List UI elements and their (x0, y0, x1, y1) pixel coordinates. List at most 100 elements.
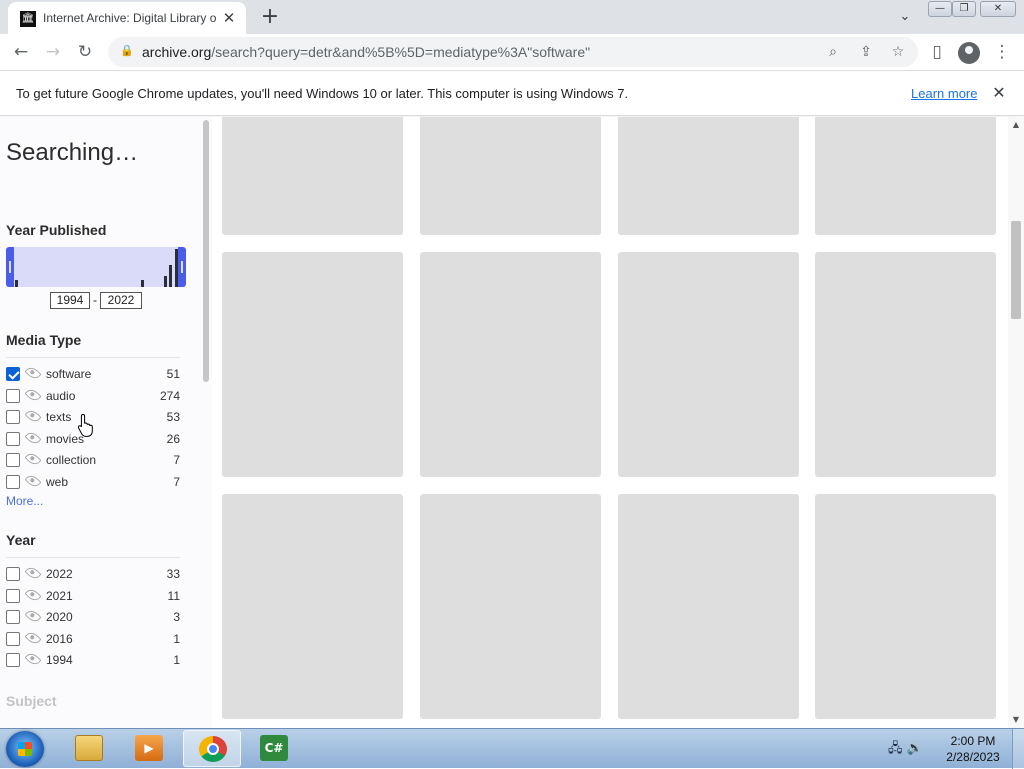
facet-checkbox[interactable] (6, 588, 20, 603)
year-range-separator: - (93, 293, 97, 307)
tab-strip: 🏛 Internet Archive: Digital Library o ✕ … (0, 0, 1024, 34)
show-desktop-button[interactable] (1012, 729, 1024, 769)
facet-checkbox[interactable] (6, 653, 20, 667)
eye-icon[interactable] (24, 650, 42, 668)
chrome-menu-icon[interactable]: ⋮ (989, 39, 1015, 65)
result-tile-placeholder[interactable] (222, 252, 403, 477)
eye-icon[interactable] (24, 364, 42, 382)
facet-item[interactable]: web 7 (6, 472, 182, 491)
taskbar-media-player[interactable]: ▶ (120, 730, 178, 767)
taskbar-explorer[interactable] (60, 730, 118, 767)
minimize-button[interactable]: — (928, 1, 952, 17)
facet-checkbox[interactable] (6, 453, 20, 467)
facet-item[interactable]: collection 7 (6, 450, 182, 469)
search-icon[interactable]: ⌕ (822, 41, 844, 63)
facet-item[interactable]: 2022 33 (6, 564, 182, 583)
result-tile-placeholder[interactable] (222, 117, 403, 235)
facet-label: 2016 (46, 631, 73, 646)
reload-button[interactable]: ↻ (72, 39, 98, 65)
taskbar-csharp[interactable]: C# (245, 730, 303, 767)
scroll-thumb[interactable] (1011, 221, 1021, 319)
eye-icon[interactable] (24, 407, 42, 425)
restore-button[interactable]: ❐ (952, 1, 976, 17)
share-icon[interactable]: ⇪ (855, 41, 877, 63)
url-text[interactable]: archive.org/search?query=detr&and%5B%5D=… (142, 44, 590, 60)
facet-count: 7 (173, 474, 180, 489)
media-type-more-link[interactable]: More... (6, 494, 43, 508)
taskbar-chrome[interactable] (183, 730, 241, 767)
histogram-min-handle[interactable] (6, 247, 14, 287)
tab-internet-archive[interactable]: 🏛 Internet Archive: Digital Library o ✕ (8, 2, 246, 34)
tray-network-volume-icon[interactable]: 🖧 🔊 (888, 739, 936, 759)
clock-date: 2/28/2023 (946, 750, 1000, 764)
eye-icon[interactable] (24, 607, 42, 625)
profile-avatar-icon[interactable] (958, 42, 980, 64)
eye-icon[interactable] (24, 564, 42, 582)
subject-heading: Subject (6, 693, 57, 709)
lock-icon[interactable]: 🔒 (120, 44, 134, 58)
facet-item[interactable]: 2020 3 (6, 607, 182, 626)
result-tile-placeholder[interactable] (815, 117, 996, 235)
infobar-close-icon[interactable]: ✕ (989, 83, 1009, 103)
result-tile-placeholder[interactable] (420, 117, 601, 235)
chrome-icon (199, 736, 227, 762)
result-tile-placeholder[interactable] (815, 252, 996, 477)
csharp-icon: C# (260, 735, 288, 761)
histogram-max-handle[interactable] (178, 247, 186, 287)
eye-icon[interactable] (24, 429, 42, 446)
result-tile-placeholder[interactable] (618, 252, 799, 477)
eye-icon[interactable] (24, 586, 42, 603)
eye-icon[interactable] (24, 629, 42, 646)
new-tab-button[interactable]: + (258, 5, 282, 29)
facet-item[interactable]: 1994 1 (6, 650, 182, 669)
back-button[interactable]: ← (8, 39, 34, 65)
facet-checkbox[interactable] (6, 410, 20, 424)
media-type-divider (6, 357, 180, 358)
result-tile-placeholder[interactable] (222, 494, 403, 719)
bookmark-star-icon[interactable]: ☆ (887, 41, 909, 63)
facet-checkbox[interactable] (6, 631, 20, 646)
archive-favicon-icon: 🏛 (20, 11, 36, 27)
result-tile-placeholder[interactable] (815, 494, 996, 719)
result-tile-placeholder[interactable] (618, 494, 799, 719)
window-close-button[interactable]: ✕ (980, 1, 1016, 17)
eye-icon[interactable] (24, 472, 42, 489)
tab-search-chevron-icon[interactable]: ⌄ (893, 7, 917, 27)
page-scrollbar[interactable]: ▲ ▼ (1008, 117, 1024, 728)
start-button[interactable] (6, 731, 44, 767)
browser-toolbar: ← → ↻ 🔒 archive.org/search?query=detr&an… (0, 34, 1024, 71)
facet-count: 274 (159, 388, 180, 403)
hand-cursor-icon (77, 413, 93, 437)
facet-checkbox[interactable] (6, 431, 20, 446)
facet-count: 53 (166, 410, 180, 424)
year-from-input[interactable]: 1994 (50, 292, 90, 309)
scroll-down-arrow-icon[interactable]: ▼ (1012, 716, 1020, 724)
year-histogram[interactable] (6, 247, 186, 287)
result-tile-placeholder[interactable] (420, 494, 601, 719)
eye-icon[interactable] (24, 450, 42, 468)
result-tile-placeholder[interactable] (420, 252, 601, 477)
facet-checkbox[interactable] (6, 388, 20, 403)
facet-checkbox[interactable] (6, 367, 20, 381)
facet-item[interactable]: audio 274 (6, 386, 182, 405)
eye-icon[interactable] (24, 386, 42, 403)
facet-item[interactable]: 2021 11 (6, 586, 182, 605)
result-tile-placeholder[interactable] (618, 117, 799, 235)
year-published-heading: Year Published (6, 222, 107, 238)
facet-count: 1 (173, 631, 180, 646)
facet-label: 2020 (46, 610, 73, 624)
facet-item[interactable]: software 51 (6, 364, 182, 383)
sidebar-scrollbar[interactable] (203, 120, 209, 382)
forward-button[interactable]: → (40, 39, 66, 65)
year-to-input[interactable]: 2022 (100, 292, 142, 309)
tab-close-button[interactable]: ✕ (220, 9, 238, 27)
taskbar-clock[interactable]: 2:00 PM 2/28/2023 (940, 733, 1006, 765)
side-panel-icon[interactable]: ▯ (924, 39, 950, 65)
facet-item[interactable]: 2016 1 (6, 629, 182, 648)
scroll-up-arrow-icon[interactable]: ▲ (1012, 121, 1020, 129)
facet-checkbox[interactable] (6, 610, 20, 624)
address-bar[interactable]: 🔒 archive.org/search?query=detr&and%5B%5… (108, 37, 918, 67)
facet-checkbox[interactable] (6, 567, 20, 581)
facet-checkbox[interactable] (6, 474, 20, 489)
learn-more-link[interactable]: Learn more (911, 86, 977, 101)
